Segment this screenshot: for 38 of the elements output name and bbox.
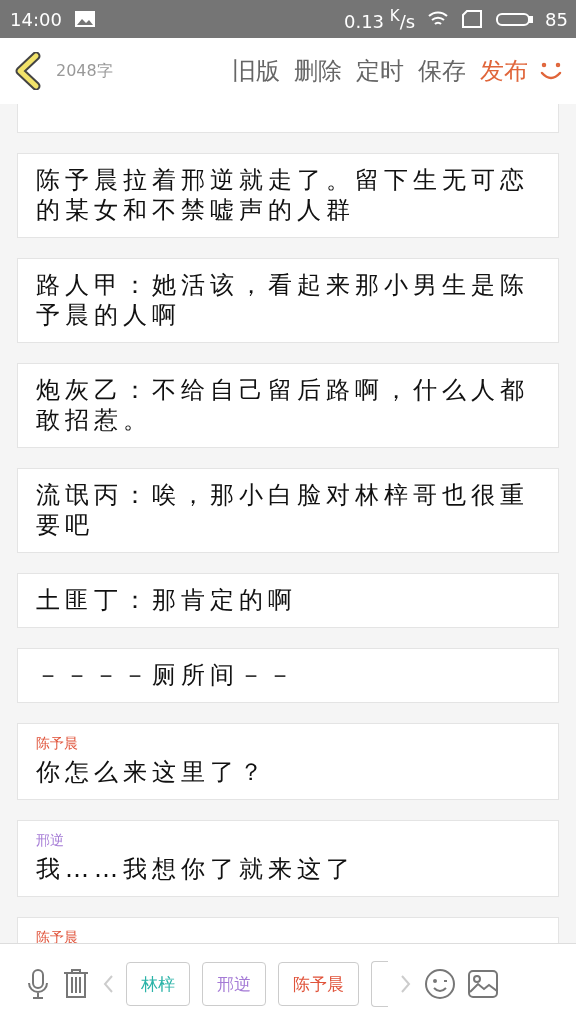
back-chevron-icon[interactable]	[14, 52, 42, 90]
text-card[interactable]: 炮灰乙：不给自己留后路啊，什么人都敢招惹。	[17, 363, 559, 448]
image-icon[interactable]	[468, 970, 498, 998]
sim-card-icon	[461, 9, 484, 29]
text-card[interactable]: 陈予晨 你怎么来这里了？	[17, 723, 559, 800]
text-card[interactable]: 路人甲：她活该，看起来那小男生是陈予晨的人啊	[17, 258, 559, 343]
network-speed: 0.13 $^{K}$/s	[344, 6, 416, 32]
entry-text: 土匪丁：那肯定的啊	[36, 585, 298, 615]
header-action[interactable]: 保存	[414, 55, 470, 87]
header-action[interactable]: 删除	[290, 55, 346, 87]
header-action[interactable]: 发布	[476, 55, 532, 87]
character-chip[interactable]: 陈予晨	[278, 962, 359, 1006]
header-action[interactable]: 定时	[352, 55, 408, 87]
speaker-name: 陈予晨	[36, 929, 79, 943]
character-chip[interactable]: 邢逆	[202, 962, 266, 1006]
speaker-name: 陈予晨	[36, 735, 79, 753]
text-card[interactable]: 土匪丁：那肯定的啊	[17, 573, 559, 628]
entry-text: 我……我想你了就来这了	[36, 854, 356, 884]
clock: 14:00	[10, 8, 62, 30]
entry-text: －－－－厕所间－－	[36, 660, 298, 690]
smiley-icon[interactable]	[424, 968, 456, 1000]
text-card[interactable]: －－－－厕所间－－	[17, 648, 559, 703]
entry-text: 炮灰乙：不给自己留后路啊，什么人都敢招惹。	[36, 375, 530, 435]
text-card[interactable]: 邢逆 我……我想你了就来这了	[17, 820, 559, 897]
microphone-icon[interactable]	[26, 968, 50, 1000]
entry-text: 陈予晨拉着邢逆就走了。留下生无可恋的某女和不禁嘘声的人群	[36, 165, 530, 225]
text-card[interactable]: 陈予晨	[17, 917, 559, 943]
speaker-name: 邢逆	[36, 832, 65, 850]
trash-icon[interactable]	[62, 968, 90, 1000]
entry-text: 流氓丙：唉，那小白脸对林梓哥也很重要吧	[36, 480, 530, 540]
text-card[interactable]: 陈予晨拉着邢逆就走了。留下生无可恋的某女和不禁嘘声的人群	[17, 153, 559, 238]
text-card[interactable]: 流氓丙：唉，那小白脸对林梓哥也很重要吧	[17, 468, 559, 553]
image-icon	[73, 10, 96, 28]
header-action[interactable]: 旧版	[228, 55, 284, 87]
word-count: 2048字	[56, 60, 113, 82]
entry-text: 路人甲：她活该，看起来那小男生是陈予晨的人啊	[36, 270, 530, 330]
battery-level: 85	[545, 8, 568, 30]
entry-text: 你怎么来这里了？	[36, 757, 269, 787]
